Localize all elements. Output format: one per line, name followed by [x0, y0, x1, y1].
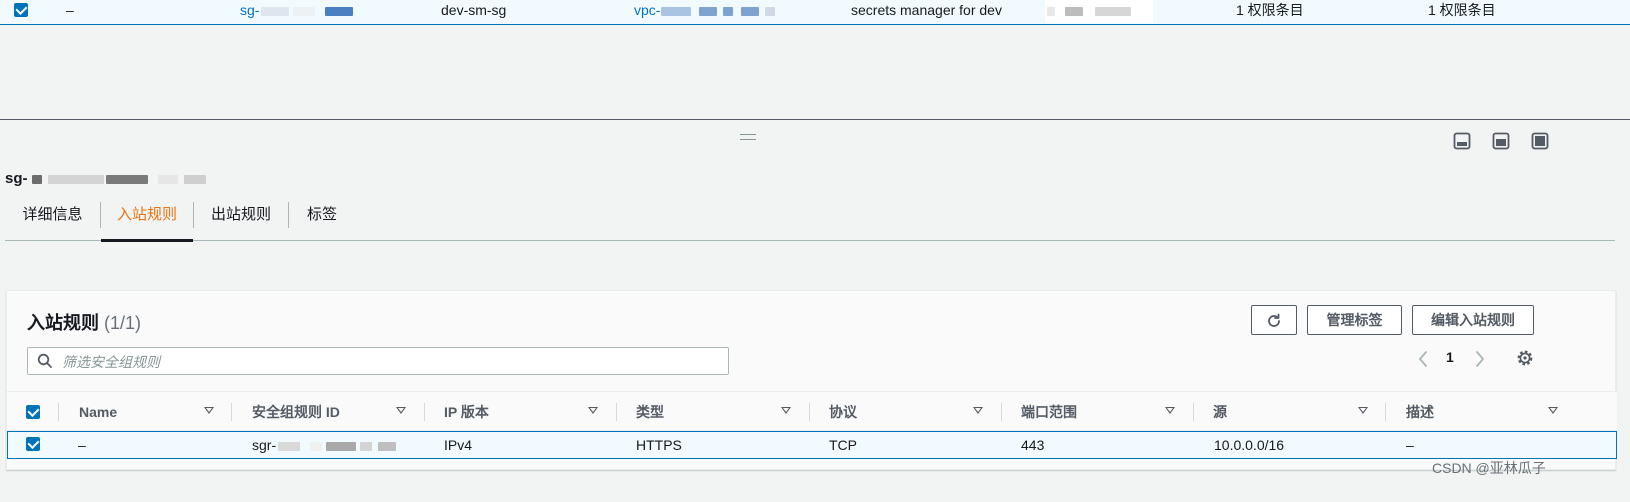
column-header-type[interactable]: 类型 [636, 392, 664, 432]
rule-ip-version: IPv4 [444, 437, 473, 453]
column-header-source[interactable]: 源 [1213, 392, 1227, 432]
column-header-ip-version[interactable]: IP 版本 [444, 392, 489, 432]
security-group-title: sg- [5, 170, 206, 187]
maximize-pane-icon[interactable] [1531, 132, 1549, 150]
rule-name: – [78, 437, 86, 453]
sg-id-link[interactable]: sg- [240, 0, 354, 24]
gear-icon[interactable] [1516, 349, 1534, 367]
split-bottom-icon[interactable] [1453, 132, 1471, 150]
search-input[interactable] [60, 351, 724, 373]
tab-outbound-rules[interactable]: 出站规则 [194, 190, 288, 240]
select-all-checkbox[interactable] [26, 405, 40, 419]
refresh-icon [1268, 313, 1280, 327]
tab-tags[interactable]: 标签 [289, 190, 355, 240]
sort-icon[interactable] [1165, 407, 1175, 414]
search-icon [37, 353, 52, 368]
rule-port-range: 443 [1021, 437, 1045, 453]
outbound-rules-count: 1 权限条目 [1428, 2, 1496, 18]
sg-name: dev-sm-sg [441, 2, 507, 18]
column-header-port-range[interactable]: 端口范围 [1021, 392, 1077, 432]
column-header-protocol[interactable]: 协议 [829, 392, 857, 432]
rule-count: (1/1) [104, 313, 142, 333]
inbound-rules-panel: 入站规则 (1/1) 管理标签 编辑入站规则 1 Name [6, 290, 1617, 470]
owner-id-redacted [1045, 0, 1153, 23]
filter-box [27, 347, 729, 375]
rule-protocol: TCP [829, 437, 857, 453]
security-group-list: – sg- dev-sm-sg vpc- secrets manager for… [0, 0, 1630, 120]
row-checkbox[interactable] [26, 437, 40, 451]
chevron-left-icon[interactable] [1417, 350, 1429, 368]
page-number[interactable]: 1 [1446, 349, 1454, 365]
chevron-right-icon[interactable] [1474, 350, 1486, 368]
rule-type: HTTPS [636, 437, 682, 453]
sort-icon[interactable] [396, 407, 406, 414]
sort-icon[interactable] [1548, 407, 1558, 414]
detail-tabs: 详细信息 入站规则 出站规则 标签 [5, 190, 1615, 242]
vpc-id-link[interactable]: vpc- [634, 0, 776, 24]
split-side-icon[interactable] [1492, 132, 1510, 150]
column-header-description[interactable]: 描述 [1406, 392, 1434, 432]
rule-description: – [1406, 437, 1414, 453]
resize-handle-icon[interactable] [740, 134, 756, 140]
sort-icon[interactable] [588, 407, 598, 414]
edit-inbound-rules-button[interactable]: 编辑入站规则 [1412, 305, 1534, 335]
sort-icon[interactable] [973, 407, 983, 414]
column-header-rule-id[interactable]: 安全组规则 ID [252, 392, 340, 432]
row-checkbox[interactable] [14, 3, 28, 17]
rule-source: 10.0.0.0/16 [1214, 437, 1285, 453]
table-row-selected[interactable]: – sg- dev-sm-sg vpc- secrets manager for… [0, 0, 1630, 25]
tab-details[interactable]: 详细信息 [5, 190, 100, 240]
inbound-rules-count: 1 权限条目 [1236, 2, 1304, 18]
manage-tags-button[interactable]: 管理标签 [1307, 305, 1402, 335]
sg-description: secrets manager for dev [851, 2, 1002, 18]
panel-title: 入站规则 (1/1) [27, 313, 142, 333]
sort-icon[interactable] [204, 407, 214, 414]
tab-inbound-rules[interactable]: 入站规则 [101, 190, 193, 242]
column-header-name[interactable]: Name [79, 392, 117, 432]
table-row[interactable]: – sgr- IPv4 HTTPS TCP 443 10.0.0.0/16 – [7, 431, 1617, 459]
row-name: – [66, 2, 74, 18]
watermark: CSDN @亚林瓜子 [1432, 460, 1546, 476]
rule-id: sgr- [252, 432, 397, 458]
sort-icon[interactable] [781, 407, 791, 414]
table-header: Name 安全组规则 ID IP 版本 类型 协议 端口范围 源 描述 [7, 391, 1617, 431]
refresh-button[interactable] [1251, 305, 1297, 335]
sort-icon[interactable] [1358, 407, 1368, 414]
